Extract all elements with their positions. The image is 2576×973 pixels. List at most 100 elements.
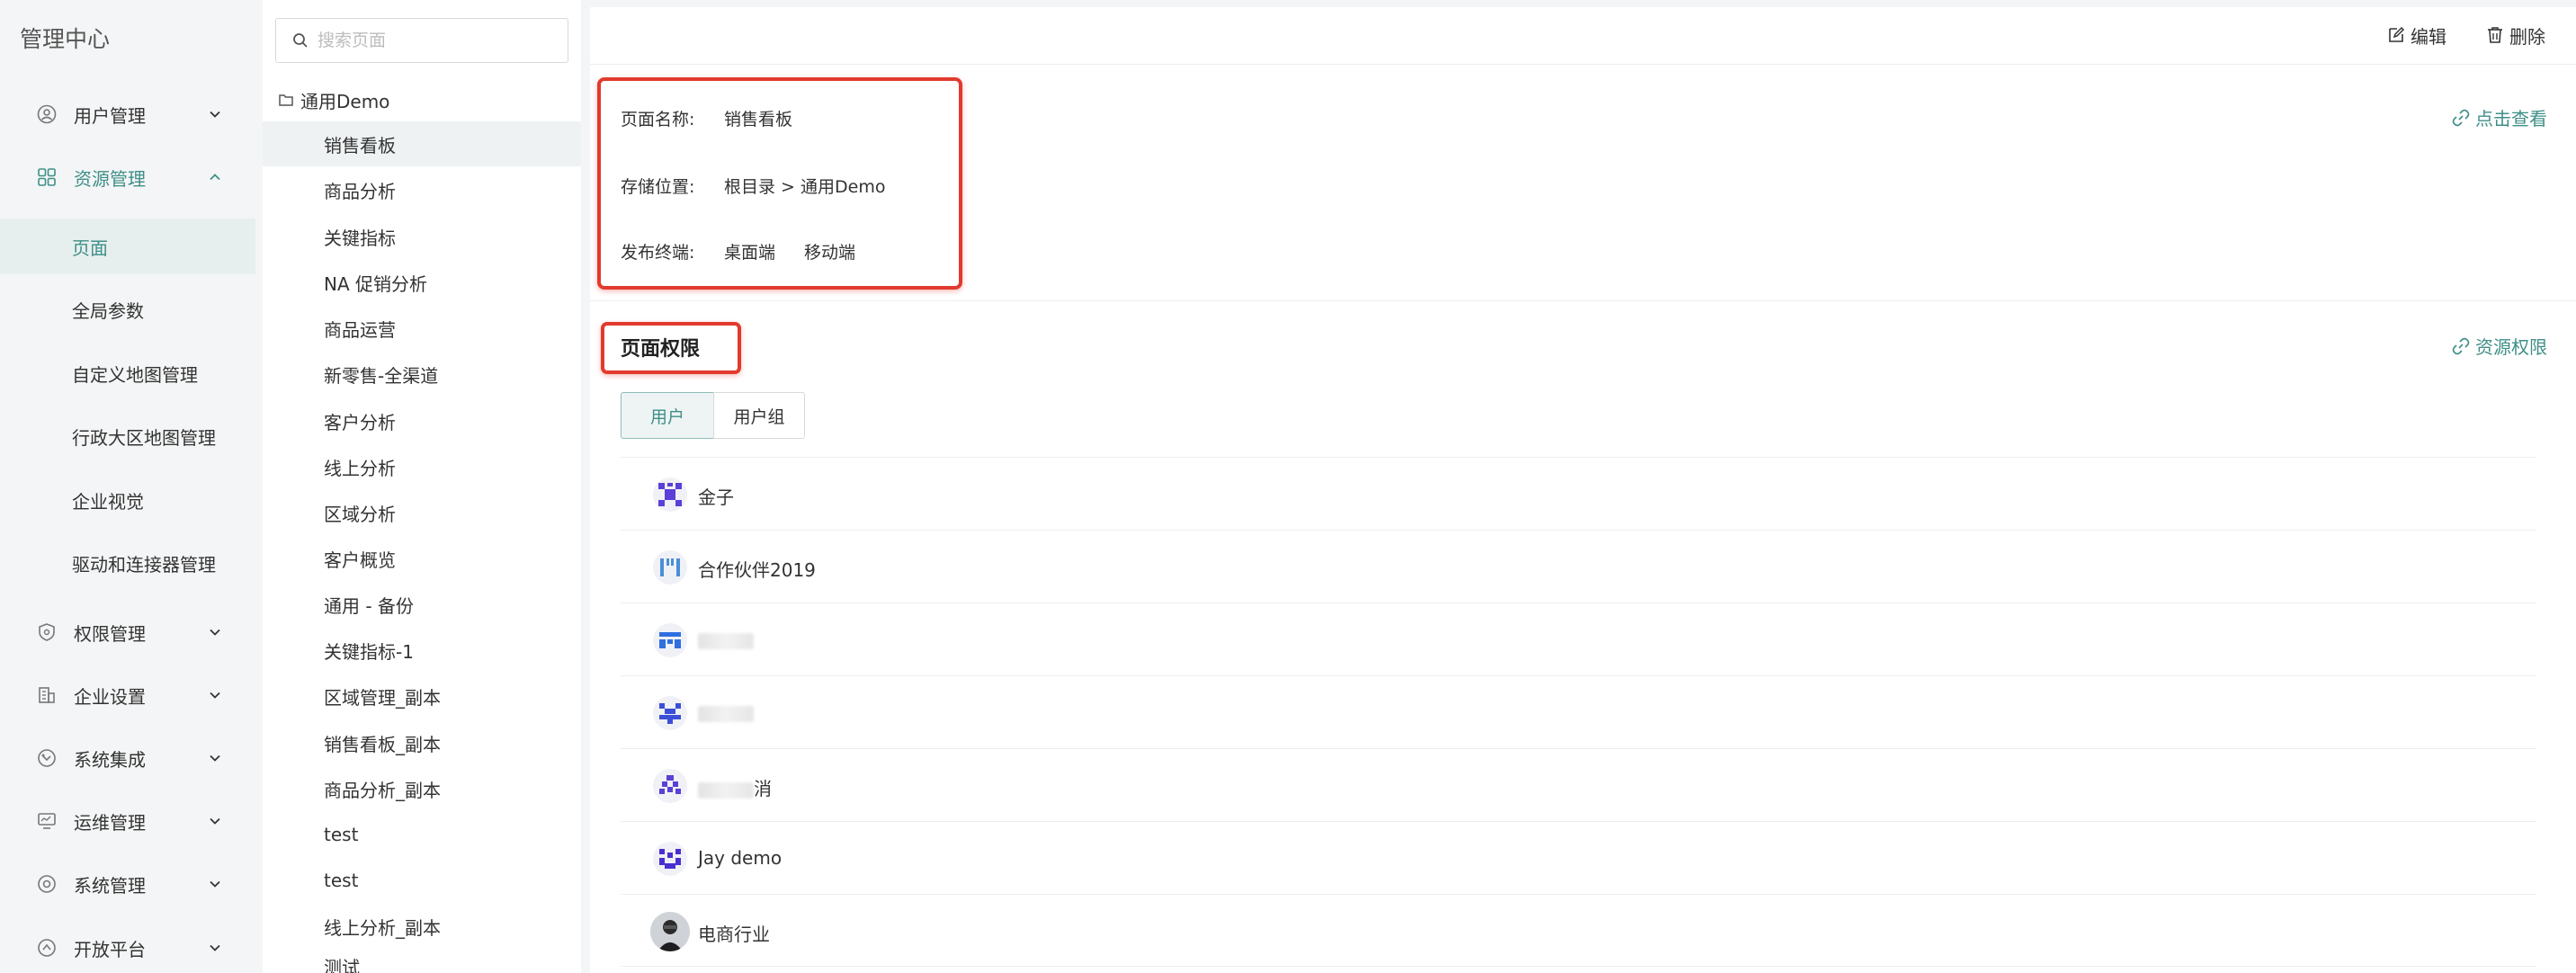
page-item[interactable]: 区域管理_副本 — [263, 674, 581, 719]
nav-item-ops-management[interactable]: 运维管理 — [0, 796, 255, 846]
integration-icon — [36, 747, 58, 769]
delete-label: 删除 — [2509, 25, 2545, 48]
nav-item-enterprise-settings[interactable]: 企业设置 — [0, 670, 255, 720]
nav-item-label: 系统管理 — [74, 874, 146, 897]
nav-sub-enterprise-visual[interactable]: 企业视觉 — [0, 472, 255, 528]
nav-item-open-platform[interactable]: 开放平台 — [0, 923, 255, 973]
page-item[interactable]: 区域分析 — [263, 490, 581, 535]
nav-sub-global-params[interactable]: 全局参数 — [0, 281, 255, 337]
page-item[interactable]: NA 促销分析 — [263, 260, 581, 305]
chevron-down-icon — [210, 111, 220, 118]
avatar — [650, 912, 690, 951]
user-name-redacted — [698, 629, 754, 650]
page-list-panel: 通用Demo 销售看板 商品分析 关键指标 NA 促销分析 商品运营 新零售-全… — [263, 0, 581, 973]
page-item[interactable]: 线上分析 — [263, 444, 581, 489]
tab-users[interactable]: 用户 — [621, 392, 714, 439]
nav-item-system-management[interactable]: 系统管理 — [0, 859, 255, 909]
search-box[interactable] — [275, 18, 568, 63]
link-icon — [2452, 109, 2470, 126]
tab-user-groups[interactable]: 用户组 — [713, 392, 805, 439]
page-item-label: 客户概览 — [324, 549, 396, 571]
avatar — [653, 842, 687, 876]
nav-item-system-integration[interactable]: 系统集成 — [0, 733, 255, 783]
user-name: 消 — [698, 774, 772, 800]
page-item-label: 销售看板_副本 — [324, 733, 441, 755]
page-item[interactable]: 销售看板 — [263, 121, 581, 166]
folder-icon — [279, 94, 293, 106]
nav-sub-custom-map[interactable]: 自定义地图管理 — [0, 345, 255, 401]
trash-icon — [2488, 27, 2502, 43]
nav-item-label: 权限管理 — [74, 622, 146, 645]
user-row[interactable]: 消 — [621, 748, 2536, 821]
nav-sub-drivers[interactable]: 驱动和连接器管理 — [0, 535, 255, 591]
nav-item-permission-management[interactable]: 权限管理 — [0, 607, 255, 657]
page-item[interactable]: 测试 — [263, 950, 581, 973]
edit-button[interactable]: 编辑 — [2387, 22, 2446, 49]
page-item[interactable]: test — [263, 858, 581, 903]
view-link-label: 点击查看 — [2475, 108, 2547, 129]
page-item[interactable]: 关键指标 — [263, 214, 581, 259]
resource-permission-link[interactable]: 资源权限 — [2452, 333, 2547, 359]
system-icon — [36, 873, 58, 895]
page-item[interactable]: 通用 - 备份 — [263, 582, 581, 627]
nav-item-resource-management[interactable]: 资源管理 — [0, 152, 255, 202]
user-name: 金子 — [698, 486, 734, 508]
monitor-icon — [36, 810, 58, 832]
page-item[interactable]: 客户分析 — [263, 398, 581, 443]
nav-item-label: 用户管理 — [74, 104, 146, 127]
page-item[interactable]: 新零售-全渠道 — [263, 352, 581, 397]
page-item-label: test — [324, 870, 359, 891]
nav-sub-label: 自定义地图管理 — [72, 363, 198, 386]
avatar — [653, 478, 687, 512]
page-item[interactable]: 商品运营 — [263, 306, 581, 351]
avatar — [653, 623, 687, 657]
user-row[interactable]: 合作伙伴2019 — [621, 530, 2536, 603]
admin-nav: 管理中心 用户管理 资源管理 页面 全局参数 自定义地图管理 行政大区地图管理 … — [0, 0, 255, 973]
page-item[interactable]: 线上分析_副本 — [263, 904, 581, 949]
page-item[interactable]: 商品分析 — [263, 167, 581, 212]
page-item[interactable]: 关键指标-1 — [263, 628, 581, 673]
page-item[interactable]: 客户概览 — [263, 536, 581, 581]
nav-sub-region-map[interactable]: 行政大区地图管理 — [0, 408, 255, 464]
nav-item-label: 系统集成 — [74, 748, 146, 771]
page-item-label: 区域分析 — [324, 503, 396, 525]
page-item-label: 商品分析_副本 — [324, 779, 441, 801]
folder-tongyong-demo[interactable]: 通用Demo — [279, 86, 389, 113]
search-input[interactable] — [318, 31, 560, 50]
chevron-down-icon — [210, 629, 220, 636]
page-item-label: 测试 — [324, 957, 360, 973]
info-label: 发布终端: — [621, 243, 695, 263]
page-item[interactable]: test — [263, 812, 581, 857]
delete-button[interactable]: 删除 — [2486, 22, 2545, 49]
page-item-label: 新零售-全渠道 — [324, 364, 439, 387]
nav-item-label: 运维管理 — [74, 811, 146, 834]
user-row[interactable]: Jay demo — [621, 821, 2536, 894]
page-item[interactable]: 商品分析_副本 — [263, 766, 581, 811]
nav-item-label: 资源管理 — [74, 167, 146, 190]
chevron-down-icon — [210, 880, 220, 888]
avatar — [653, 550, 687, 585]
link-icon — [2452, 337, 2470, 354]
nav-sub-label: 驱动和连接器管理 — [72, 553, 216, 576]
user-row[interactable] — [621, 675, 2536, 748]
nav-sub-pages[interactable]: 页面 — [0, 219, 255, 274]
avatar — [653, 696, 687, 730]
chevron-down-icon — [210, 754, 220, 762]
page-item-label: 商品分析 — [324, 180, 396, 202]
nav-item-user-management[interactable]: 用户管理 — [0, 89, 255, 139]
user-name: Jay demo — [698, 847, 783, 869]
view-link[interactable]: 点击查看 — [2452, 104, 2547, 130]
chevron-down-icon — [210, 692, 220, 699]
user-row[interactable] — [621, 603, 2536, 675]
user-row[interactable]: 电商行业 — [621, 894, 2536, 967]
info-label: 存储位置: — [621, 177, 695, 197]
page-detail-panel: 编辑 删除 页面名称: 销售看板 存储位置: 根目录 > 通用Demo 发布终端… — [590, 7, 2576, 973]
nav-sub-label: 企业视觉 — [72, 490, 144, 513]
detail-toolbar: 编辑 删除 — [590, 7, 2576, 65]
user-row[interactable]: 金子 — [621, 457, 2536, 530]
chevron-down-icon — [210, 817, 220, 825]
page-item-label: 线上分析_副本 — [324, 916, 441, 939]
page-item[interactable]: 销售看板_副本 — [263, 720, 581, 765]
page-item-label: 关键指标-1 — [324, 640, 414, 663]
nav-item-label: 企业设置 — [74, 685, 146, 708]
